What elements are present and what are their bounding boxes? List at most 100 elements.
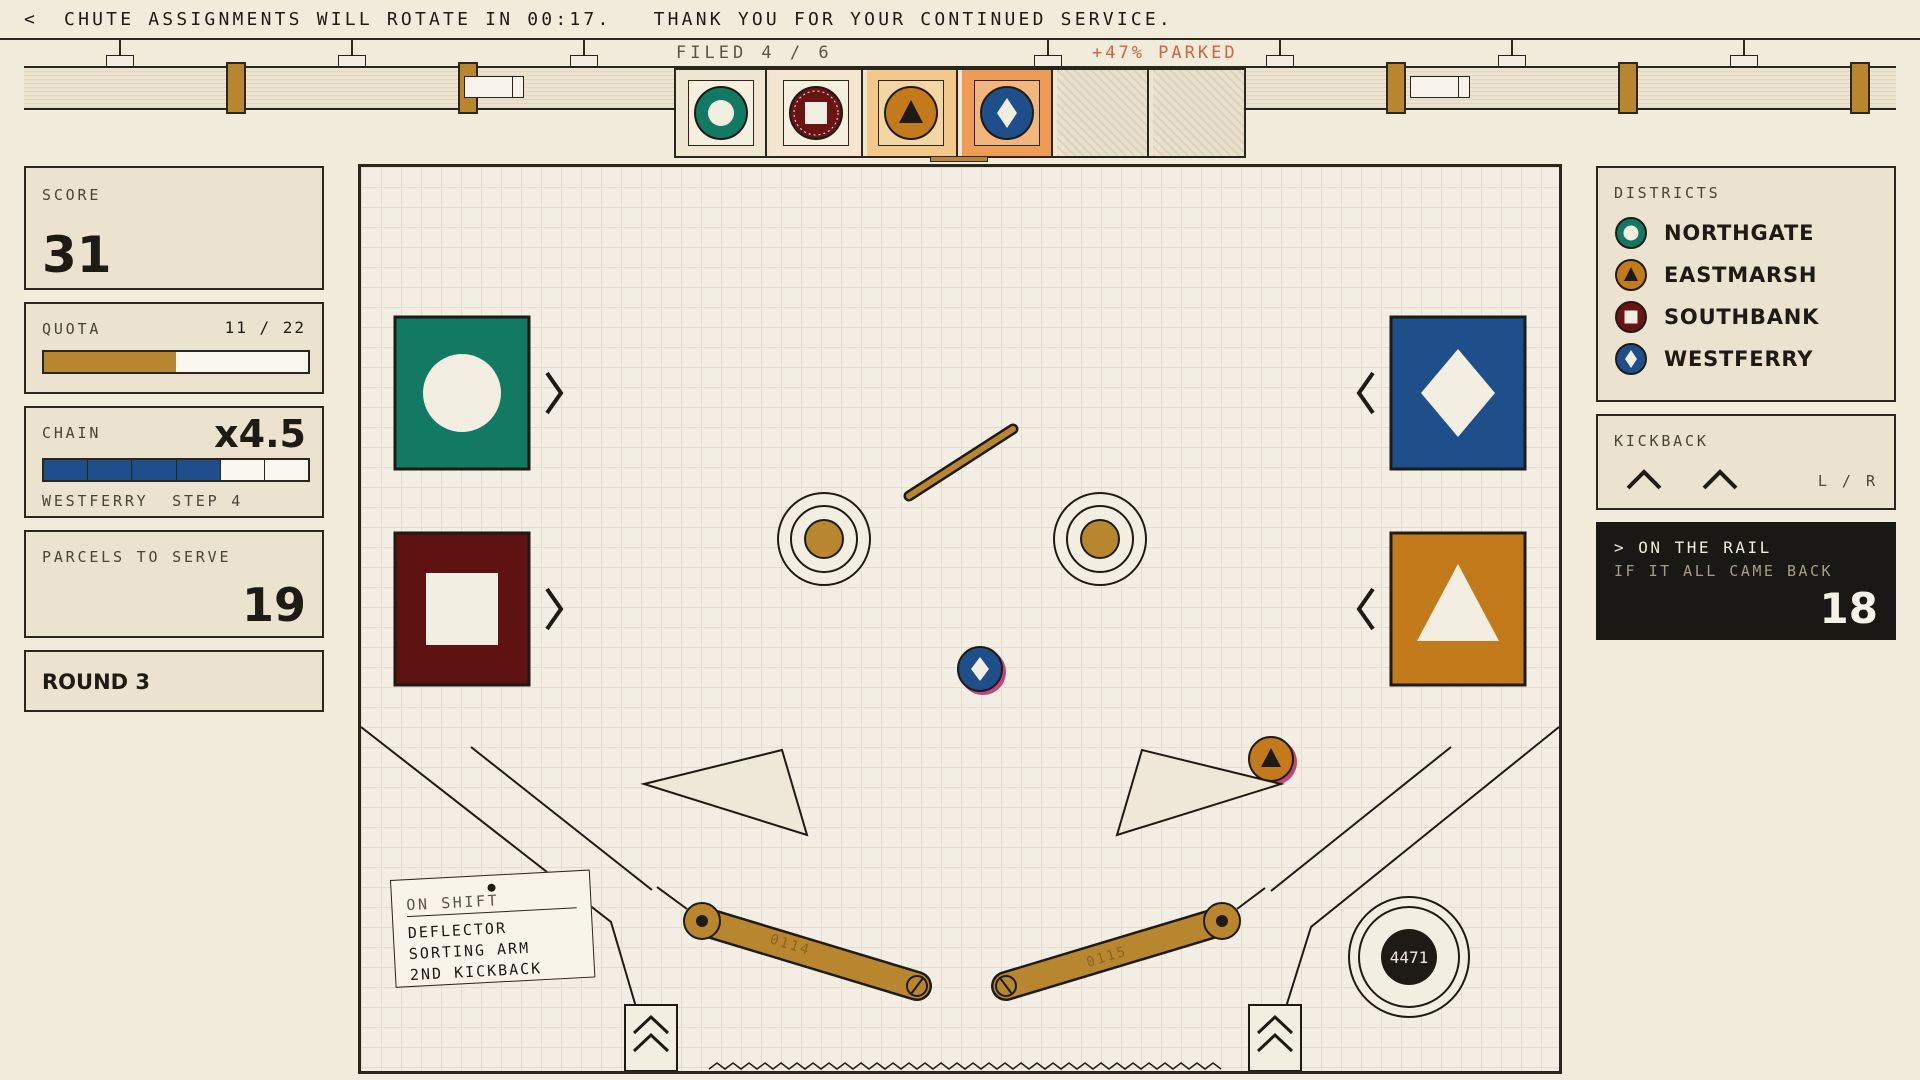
on-rail-subtitle: IF IT ALL CAME BACK <box>1614 562 1834 580</box>
counter-value: 4471 <box>1390 948 1429 967</box>
district-name: NORTHGATE <box>1664 221 1815 245</box>
chain-panel: CHAIN x4.5 WESTFERRY STEP 4 <box>24 406 324 518</box>
chain-segment <box>265 460 308 480</box>
chute-westferry <box>1389 315 1527 471</box>
rail-post <box>226 62 246 114</box>
score-value: 31 <box>42 226 112 284</box>
parcels-value: 19 <box>241 578 306 632</box>
district-name: SOUTHBANK <box>1664 305 1820 329</box>
rail-post <box>1618 62 1638 114</box>
parked-indicator: +47% PARKED <box>1092 43 1238 63</box>
left-inner-guide <box>470 746 653 891</box>
tray-slot-empty <box>1057 70 1149 156</box>
rail-parcel-tag <box>464 76 524 98</box>
bumper-right <box>1053 492 1147 586</box>
diamond-icon <box>1615 343 1647 375</box>
ring-icon <box>693 86 748 140</box>
slingshot-left <box>640 748 809 837</box>
round-label: ROUND 3 <box>42 670 151 694</box>
district-northgate: NORTHGATE <box>1614 216 1814 250</box>
chain-multiplier: x4.5 <box>214 412 306 456</box>
rail-post <box>1850 62 1870 114</box>
parcel-card <box>687 80 754 146</box>
tray-slot-westferry <box>961 70 1054 156</box>
deflector-bar[interactable] <box>903 423 1019 502</box>
chute-northgate <box>393 315 531 471</box>
chain-step: WESTFERRY STEP 4 <box>42 492 244 510</box>
on-the-rail-panel: > ON THE RAIL IF IT ALL CAME BACK 18 <box>1596 522 1896 640</box>
chute-arrow-right-icon <box>545 587 564 631</box>
bumper-left <box>777 492 871 586</box>
back-button[interactable]: < <box>24 9 38 30</box>
district-southbank: SOUTHBANK <box>1614 300 1819 334</box>
on-rail-heading: > ON THE RAIL <box>1614 538 1772 557</box>
rail-hook <box>1730 40 1758 66</box>
parcels-label: PARCELS TO SERVE <box>42 548 232 566</box>
rail-hook <box>1498 40 1526 66</box>
ring-icon <box>1615 217 1647 249</box>
tray-slot-northgate <box>676 70 768 156</box>
quota-count: 11 / 22 <box>224 318 306 337</box>
parcel-ball-westferry <box>957 646 1006 695</box>
quota-panel: QUOTA 11 / 22 <box>24 302 324 394</box>
district-name: WESTFERRY <box>1664 347 1814 371</box>
kickback-left[interactable] <box>624 1004 678 1071</box>
rail-hook <box>106 40 134 66</box>
on-rail-value: 18 <box>1819 584 1878 633</box>
chute-arrow-right-icon <box>545 371 564 415</box>
drain-edge <box>708 1062 1222 1070</box>
note-heading: ON SHIFT <box>405 887 577 918</box>
diamond-icon <box>979 86 1034 140</box>
tray-latch <box>930 156 988 162</box>
ticker-bar: < CHUTE ASSIGNMENTS WILL ROTATE IN 00:17… <box>0 0 1920 40</box>
chain-meter <box>42 458 310 482</box>
square-icon <box>1615 301 1647 333</box>
chute-southbank <box>393 531 531 687</box>
tray-slot-eastmarsh <box>866 70 958 156</box>
filed-counter: FILED 4 / 6 <box>676 43 833 63</box>
district-eastmarsh: EASTMARSH <box>1614 258 1817 292</box>
rail-post <box>1386 62 1406 114</box>
score-label: SCORE <box>42 186 102 204</box>
chain-label: CHAIN <box>42 424 102 442</box>
parcel-card <box>782 80 849 146</box>
parcel-card <box>973 80 1040 146</box>
districts-legend: DISTRICTS NORTHGATE EASTMARSH SOUTHBANK … <box>1596 166 1896 402</box>
chain-segment <box>176 460 221 480</box>
parcel-card <box>878 80 945 146</box>
kickback-left-chevron-icon[interactable] <box>1624 466 1664 492</box>
right-inner-guide <box>1270 746 1452 892</box>
district-name: EASTMARSH <box>1664 263 1818 287</box>
kickback-right[interactable] <box>1248 1004 1302 1071</box>
quota-progress-bar <box>42 350 310 374</box>
chain-segment <box>221 460 265 480</box>
rail-hook <box>1034 40 1062 66</box>
triangle-icon <box>1615 259 1647 291</box>
left-inlane-guide <box>656 886 688 910</box>
counter-dial: 4471 <box>1348 896 1470 1018</box>
chute-arrow-left-icon <box>1356 587 1375 631</box>
kickback-lr-label: L / R <box>1817 472 1878 490</box>
kickback-panel: KICKBACK L / R <box>1596 414 1896 510</box>
districts-label: DISTRICTS <box>1614 184 1721 202</box>
tray-slot-empty <box>1152 70 1244 156</box>
rail-hook <box>1266 40 1294 66</box>
score-panel: SCORE 31 <box>24 166 324 290</box>
kickback-label: KICKBACK <box>1614 432 1709 450</box>
rail-hook <box>338 40 366 66</box>
chain-segment <box>44 460 89 480</box>
chute-eastmarsh <box>1389 531 1527 687</box>
chain-segment <box>132 460 177 480</box>
chain-segment <box>88 460 133 480</box>
square-icon <box>788 86 843 140</box>
chute-arrow-left-icon <box>1356 371 1375 415</box>
kickback-right-chevron-icon[interactable] <box>1700 466 1740 492</box>
filing-tray <box>674 68 1246 158</box>
round-panel: ROUND 3 <box>24 650 324 712</box>
tray-slot-southbank <box>771 70 863 156</box>
district-westferry: WESTFERRY <box>1614 342 1813 376</box>
parcels-panel: PARCELS TO SERVE 19 <box>24 530 324 638</box>
flipper-left[interactable]: 0114 <box>683 902 932 1001</box>
quota-label: QUOTA <box>42 320 102 338</box>
flipper-right[interactable]: 0115 <box>991 902 1241 1001</box>
